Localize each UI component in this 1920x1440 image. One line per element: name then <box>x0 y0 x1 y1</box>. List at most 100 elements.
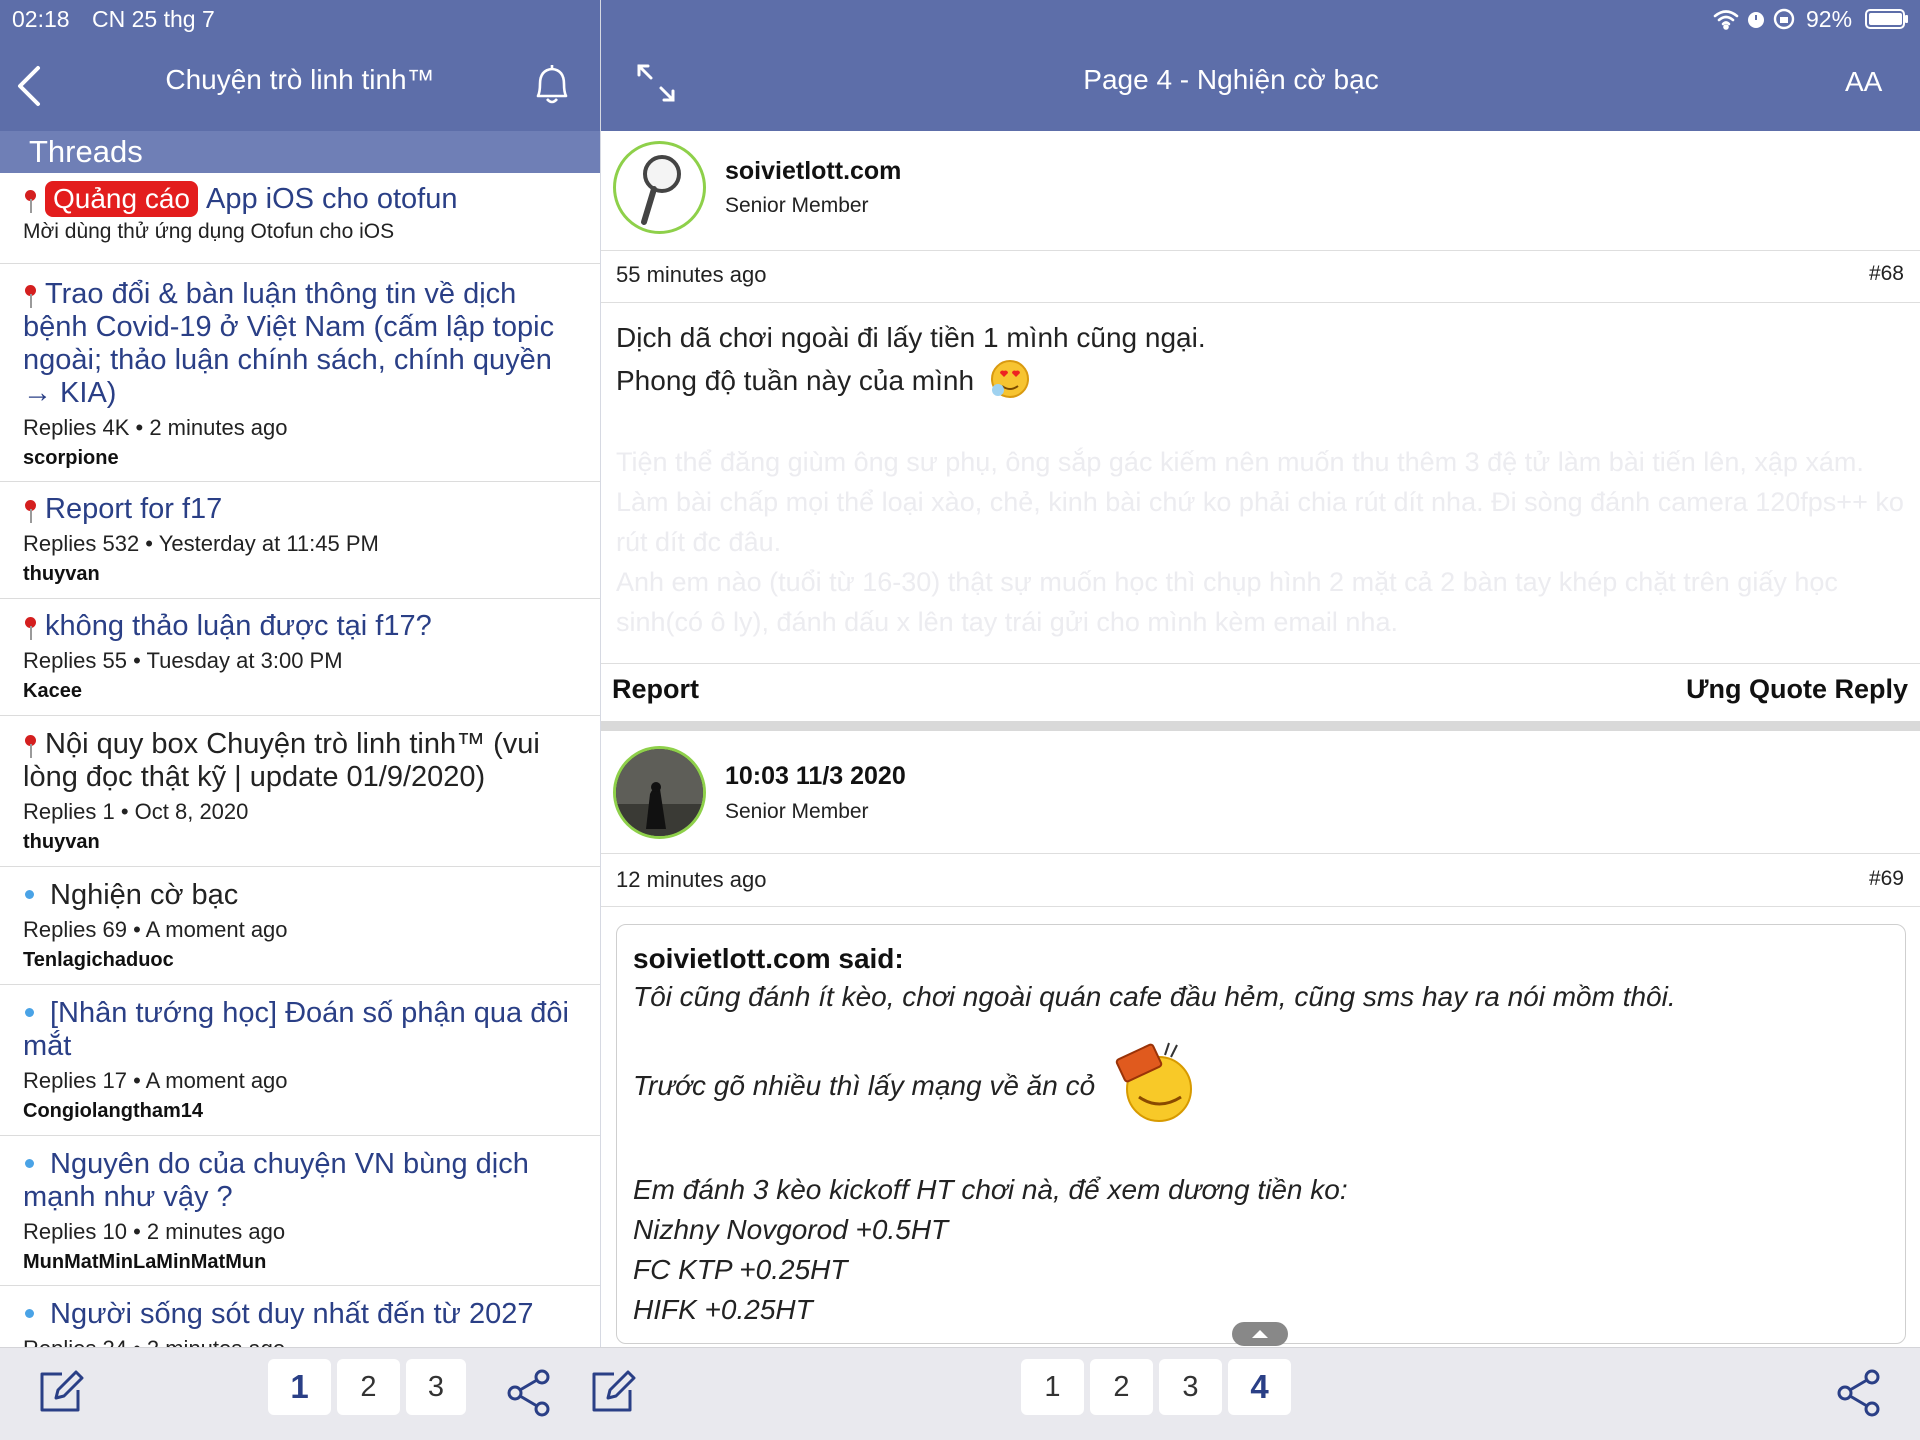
thread-item[interactable]: Trao đổi & bàn luận thông tin về dịch bệ… <box>0 264 600 482</box>
alarm-icon <box>1745 8 1767 30</box>
post-separator <box>601 721 1920 731</box>
like-quote-reply-actions[interactable]: Ưng Quote Reply <box>1686 674 1908 705</box>
thread-item[interactable]: Quảng cáo App iOS cho otofun Mời dùng thử… <box>0 176 600 264</box>
thread-author[interactable]: scorpione <box>23 443 580 473</box>
compose-icon[interactable] <box>588 1368 636 1416</box>
divider <box>601 906 1920 907</box>
share-icon[interactable] <box>506 1368 552 1418</box>
left-navigation-bar: 02:18 CN 25 thg 7 Chuyện trò linh tinh™ <box>0 0 600 131</box>
divider <box>601 250 1920 251</box>
emoji-inlove-icon <box>988 358 1032 411</box>
pin-icon <box>23 283 39 309</box>
split-divider <box>600 0 601 1440</box>
unread-dot-icon <box>25 890 34 899</box>
post-time: 12 minutes ago <box>616 867 767 892</box>
avatar[interactable] <box>613 746 706 839</box>
share-icon[interactable] <box>1836 1368 1882 1418</box>
post-username[interactable]: soivietlott.com <box>725 157 901 186</box>
post-username[interactable]: 10:03 11/3 2020 <box>725 762 906 791</box>
quote-header[interactable]: soivietlott.com said: <box>633 941 1889 977</box>
bell-icon[interactable] <box>530 62 574 108</box>
unread-dot-icon <box>25 1008 34 1017</box>
thread-item[interactable]: không thảo luận được tại f17? Replies 55… <box>0 599 600 716</box>
thread-author[interactable]: thuyvan <box>23 827 580 857</box>
signature-line: Tiện thể đăng giùm ông sư phụ, ông sắp g… <box>616 447 1904 557</box>
quote-line: Tôi cũng đánh ít kèo, chơi ngoài quán ca… <box>633 981 1676 1012</box>
threads-section-header: Threads <box>0 131 600 173</box>
post-number[interactable]: #68 <box>1869 262 1904 286</box>
unread-dot-icon <box>25 1309 34 1318</box>
thread-meta: Replies 24 • 2 minutes ago <box>23 1334 580 1347</box>
post-user-role: Senior Member <box>725 194 869 217</box>
quote-line: Nizhny Novgorod +0.5HT <box>633 1214 949 1245</box>
left-page-1-button[interactable]: 1 <box>268 1359 331 1415</box>
post-body: Dịch dã chơi ngoài đi lấy tiền 1 mình cũ… <box>616 318 1906 411</box>
right-page-3-button[interactable]: 3 <box>1159 1359 1222 1415</box>
thread-item[interactable]: Report for f17 Replies 532 • Yesterday a… <box>0 482 600 599</box>
thread-meta: Replies 69 • A moment ago <box>23 917 288 942</box>
expand-icon[interactable] <box>635 62 677 104</box>
pin-icon <box>23 188 39 214</box>
thread-item[interactable]: Nguyên do của chuyện VN bùng dịch mạnh n… <box>0 1136 600 1286</box>
quote-line: Trước gõ nhiều thì lấy mạng về ăn cỏ <box>633 1037 1889 1136</box>
ad-badge: Quảng cáo <box>45 181 198 217</box>
thread-title[interactable]: không thảo luận được tại f17? <box>45 610 432 642</box>
thread-title[interactable]: Report for f17 <box>45 493 222 525</box>
status-time: 02:18 <box>12 6 70 32</box>
right-page-4-button[interactable]: 4 <box>1228 1359 1291 1415</box>
divider <box>601 302 1920 303</box>
scroll-up-icon[interactable] <box>1232 1322 1288 1346</box>
quote-block[interactable]: soivietlott.com said: Tôi cũng đánh ít k… <box>616 924 1906 1344</box>
text-size-button[interactable]: AA <box>1845 66 1882 98</box>
right-navigation-bar: Page 4 - Nghiện cờ bạc AA 92% <box>601 0 1920 131</box>
post-line: Dịch dã chơi ngoài đi lấy tiền 1 mình cũ… <box>616 322 1206 353</box>
thread-item[interactable]: Nghiện cờ bạc Replies 69 • A moment ago … <box>0 867 600 985</box>
thread-author[interactable]: Kacee <box>23 676 580 706</box>
thread-title[interactable]: [Nhân tướng học] Đoán số phận qua đôi mắ… <box>23 997 569 1062</box>
avatar[interactable] <box>613 141 706 234</box>
unread-dot-icon <box>25 1159 34 1168</box>
status-date: CN 25 thg 7 <box>92 6 215 32</box>
right-page-1-button[interactable]: 1 <box>1021 1359 1084 1415</box>
thread-title[interactable]: Nội quy box Chuyện trò linh tinh™ (vui l… <box>23 728 540 793</box>
back-chevron-icon[interactable] <box>14 64 44 108</box>
thread-item[interactable]: Nội quy box Chuyện trò linh tinh™ (vui l… <box>0 716 600 867</box>
pin-icon <box>23 498 39 524</box>
quote-line: Em đánh 3 kèo kickoff HT chơi nà, để xem… <box>633 1174 1348 1205</box>
thread-item[interactable]: Người sống sót duy nhất đến từ 2027 Repl… <box>0 1286 600 1347</box>
thread-title[interactable]: Người sống sót duy nhất đến từ 2027 <box>50 1298 533 1330</box>
quote-line: FC KTP +0.25HT <box>633 1254 848 1285</box>
forum-title: Chuyện trò linh tinh™ <box>165 64 435 95</box>
thread-title[interactable]: App iOS cho otofun <box>206 183 458 215</box>
post-user-role: Senior Member <box>725 800 869 823</box>
post-signature: Tiện thể đăng giùm ông sư phụ, ông sắp g… <box>616 442 1906 642</box>
thread-author[interactable]: Tenlagichaduoc <box>23 945 580 975</box>
left-page-3-button[interactable]: 3 <box>406 1359 466 1415</box>
report-button[interactable]: Report <box>612 674 699 705</box>
divider <box>601 663 1920 664</box>
rotation-lock-icon <box>1773 8 1795 30</box>
thread-meta: Replies 10 • 2 minutes ago <box>23 1219 286 1244</box>
thread-meta: Replies 4K • 2 minutes ago <box>23 415 288 440</box>
thread-author[interactable]: thuyvan <box>23 559 580 589</box>
post-time: 55 minutes ago <box>616 262 767 287</box>
thread-meta: Replies 532 • Yesterday at 11:45 PM <box>23 531 379 556</box>
right-page-2-button[interactable]: 2 <box>1090 1359 1153 1415</box>
battery-percent: 92% <box>1806 6 1853 32</box>
post-line: Phong độ tuần này của mình <box>616 358 1906 411</box>
thread-item[interactable]: [Nhân tướng học] Đoán số phận qua đôi mắ… <box>0 985 600 1136</box>
thread-meta: Mời dùng thử ứng dụng Otofun cho iOS <box>23 220 395 243</box>
thread-author[interactable]: MunMatMinLaMinMatMun <box>23 1247 580 1277</box>
thread-meta: Replies 55 • Tuesday at 3:00 PM <box>23 648 343 673</box>
thread-title[interactable]: Nghiện cờ bạc <box>50 879 238 911</box>
pin-icon <box>23 615 39 641</box>
thread-title[interactable]: Nguyên do của chuyện VN bùng dịch mạnh n… <box>23 1148 529 1213</box>
left-page-2-button[interactable]: 2 <box>337 1359 400 1415</box>
battery-icon <box>1865 9 1909 29</box>
thread-title[interactable]: Trao đổi & bàn luận thông tin về dịch bệ… <box>23 278 554 409</box>
emoji-brick-icon <box>1109 1037 1201 1136</box>
thread-meta: Replies 1 • Oct 8, 2020 <box>23 799 249 824</box>
thread-author[interactable]: Congiolangtham14 <box>23 1096 580 1126</box>
compose-icon[interactable] <box>36 1368 84 1416</box>
post-number[interactable]: #69 <box>1869 867 1904 891</box>
